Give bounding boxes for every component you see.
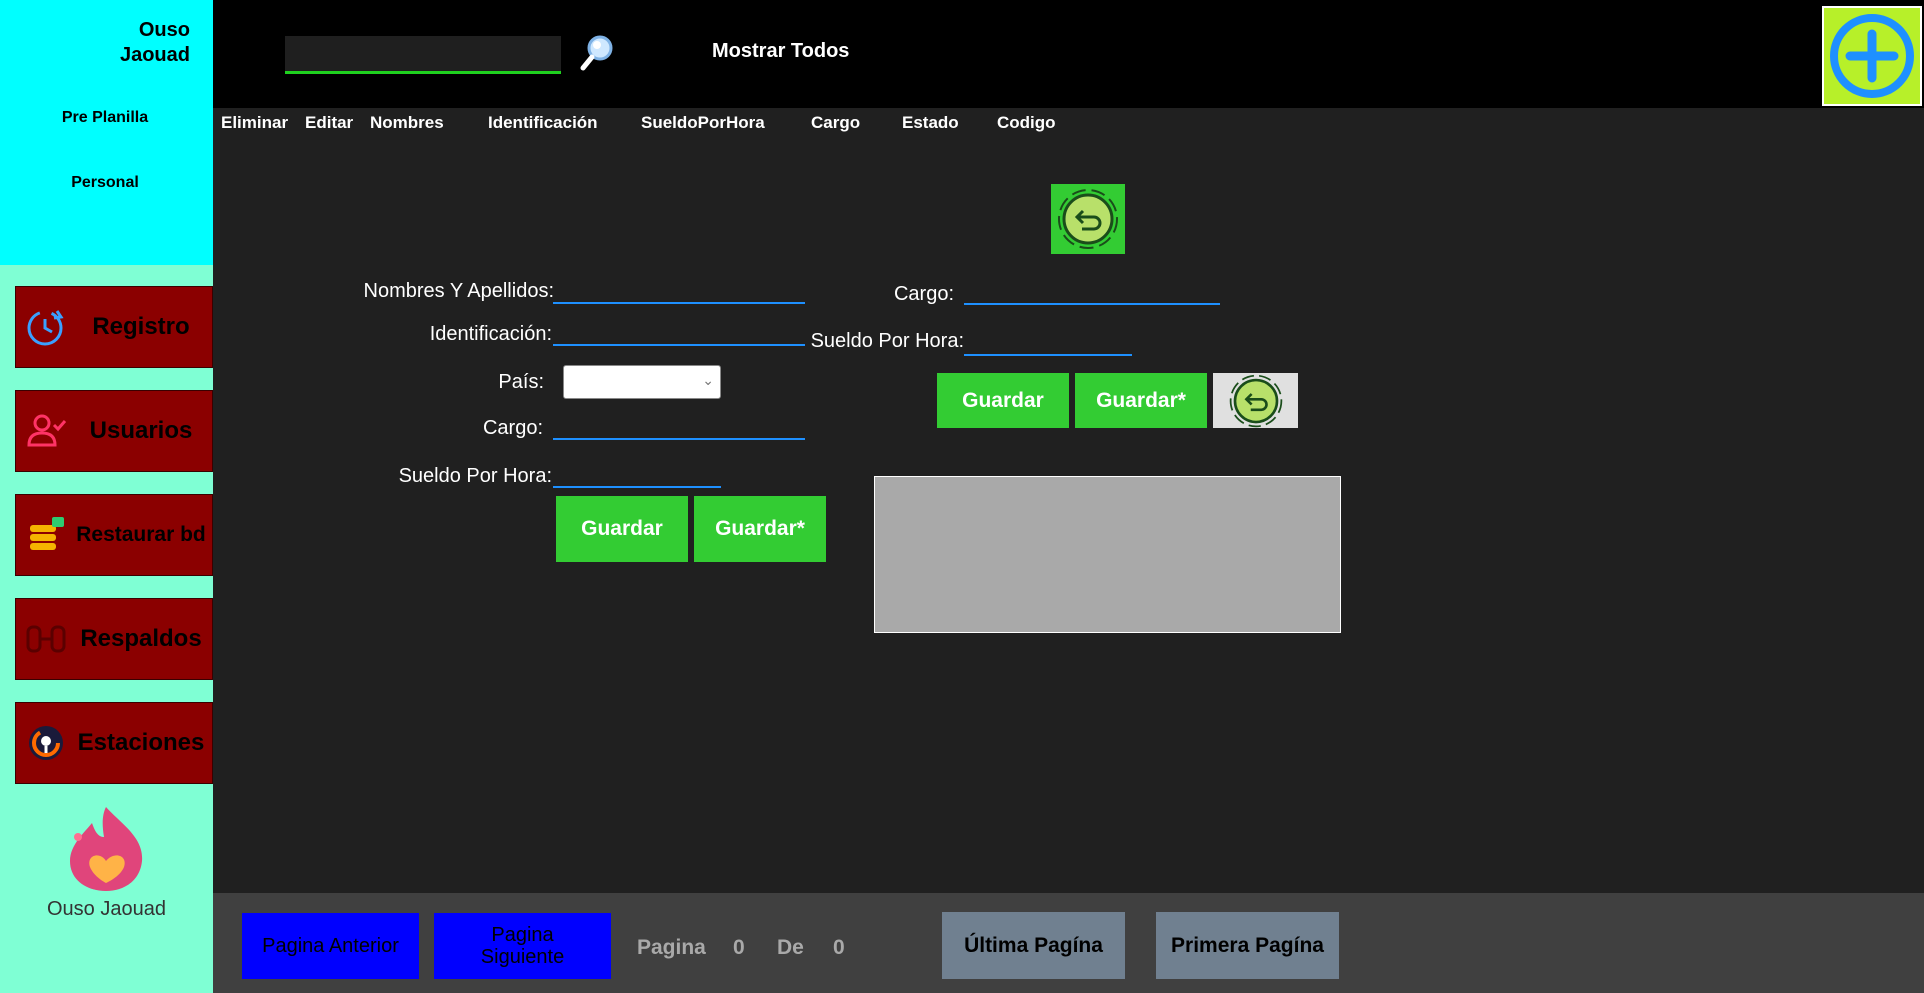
search-button[interactable] [579,33,615,73]
link-personal[interactable]: Personal [0,174,210,192]
col-sueldo: SueldoPorHora [641,113,765,132]
guardar-star-button-left[interactable]: Guardar* [694,496,826,562]
back-button-right[interactable] [1213,373,1298,428]
fire-heart-logo [64,803,148,891]
guardar-button-left[interactable]: Guardar [556,496,688,562]
cargo-input-right[interactable] [964,277,1220,305]
guardar-button-right[interactable]: Guardar [937,373,1069,428]
add-button[interactable] [1822,6,1922,106]
pais-select[interactable]: ⌄ [563,365,721,399]
nav-restaurar-button[interactable]: Restaurar bd [15,494,213,576]
nav-usuarios-label: Usuarios [89,417,193,444]
undo-circle-icon [1229,374,1282,427]
guardar-star-button-right[interactable]: Guardar* [1075,373,1207,428]
col-identificacion: Identificación [488,113,598,132]
last-page-button[interactable]: Última Pagína [942,912,1125,979]
nav-respaldos-label: Respaldos [80,625,202,652]
nav-estaciones-label: Estaciones [77,729,205,756]
user-name-last: Jaouad [119,44,190,66]
col-codigo: Codigo [997,113,1056,132]
nav-usuarios-button[interactable]: Usuarios [15,390,213,472]
user-name-first: Ouso [138,19,190,41]
nav-registro-label: Registro [92,313,190,340]
sidebar-footer-name: Ouso Jaouad [47,898,166,920]
prev-page-button[interactable]: Pagina Anterior [242,913,419,979]
nombres-input[interactable] [553,276,805,304]
nombres-label: Nombres Y Apellidos: [363,280,554,302]
station-pin-icon [22,719,70,767]
clock-refresh-icon [22,303,70,351]
col-editar: Editar [305,113,354,132]
database-icon [22,511,70,559]
cargo-label-left: Cargo: [482,417,543,439]
nav-restaurar-label: Restaurar bd [76,523,206,546]
pais-label: País: [498,371,544,393]
identificacion-input[interactable] [553,318,805,346]
back-button-top[interactable] [1051,184,1125,254]
current-page: 0 [733,936,745,959]
backup-icon [22,615,70,663]
total-pages: 0 [833,936,845,959]
identificacion-label: Identificación: [429,323,552,345]
first-page-button[interactable]: Primera Pagína [1156,912,1339,979]
cargo-label-right: Cargo: [893,283,954,305]
show-all-button[interactable]: Mostrar Todos [712,40,849,63]
nav-registro-button[interactable]: Registro [15,286,213,368]
sueldo-input-left[interactable] [553,460,721,488]
search-input[interactable] [285,36,561,74]
link-pre-planilla[interactable]: Pre Planilla [0,109,210,127]
gray-panel [874,476,1341,633]
chevron-down-icon: ⌄ [702,372,714,388]
sueldo-input-right[interactable] [964,328,1132,356]
col-estado: Estado [902,113,959,132]
nav-estaciones-button[interactable]: Estaciones [15,702,213,784]
col-cargo: Cargo [811,113,861,132]
de-label: De [777,936,804,959]
col-eliminar: Eliminar [221,113,289,132]
undo-circle-icon [1058,189,1118,249]
cargo-input-left[interactable] [553,412,805,440]
sueldo-label-right: Sueldo Por Hora: [810,330,964,352]
next-page-button[interactable]: Pagina Siguiente [434,913,611,979]
pagina-label: Pagina [637,936,706,959]
plus-circle-icon [1830,14,1914,98]
magnifier-icon [580,35,613,71]
col-nombres: Nombres [370,113,444,132]
nav-respaldos-button[interactable]: Respaldos [15,598,213,680]
sueldo-label-left: Sueldo Por Hora: [398,465,552,487]
user-check-icon [22,407,70,455]
